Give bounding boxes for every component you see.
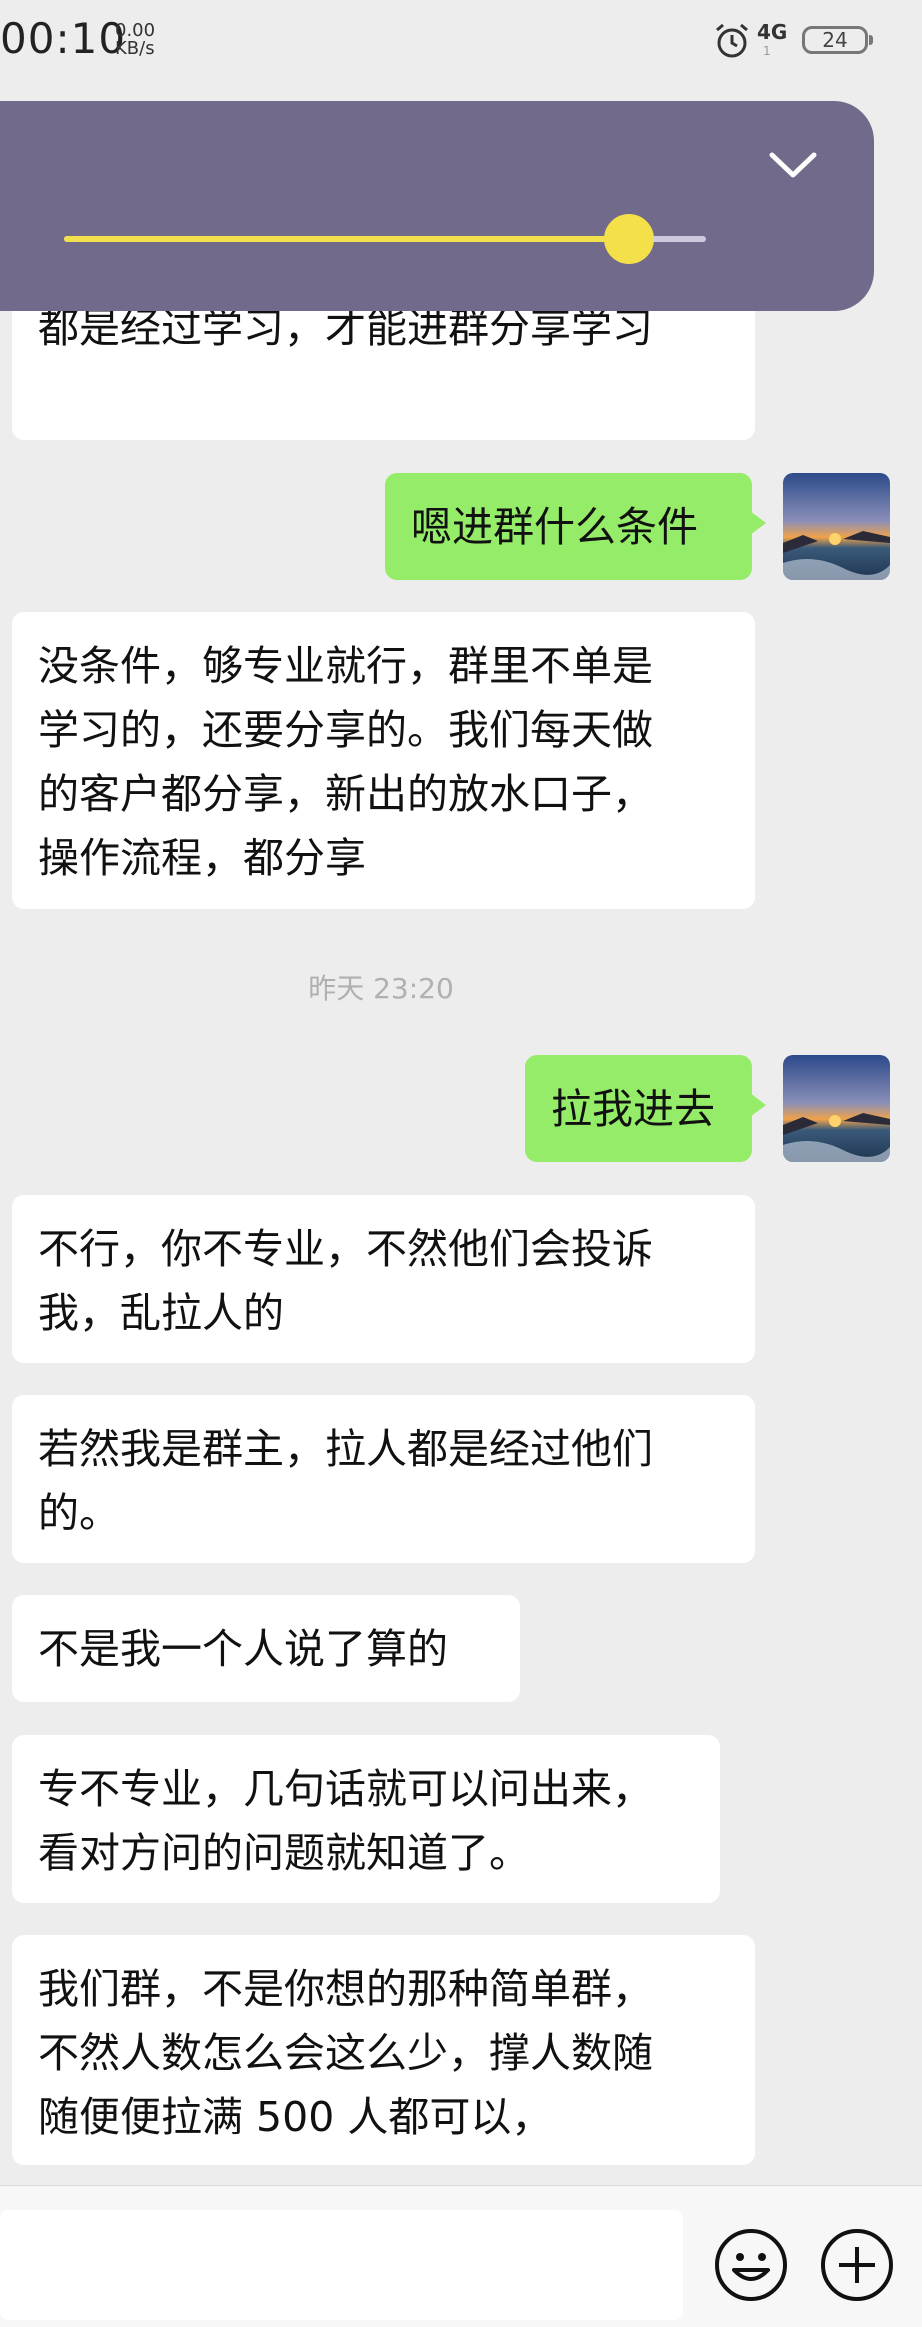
signal-sub: 1 xyxy=(763,44,771,58)
volume-slider-thumb[interactable] xyxy=(603,214,654,264)
volume-slider-fill xyxy=(64,236,629,242)
network-speed-unit: KB/s xyxy=(115,38,155,59)
message-input[interactable] xyxy=(0,2210,683,2320)
incoming-message[interactable]: 我们群，不是你想的那种简单群， 不然人数怎么会这么少，撑人数随 随便便拉满 50… xyxy=(12,1935,755,2165)
input-bar xyxy=(0,2185,922,2327)
outgoing-message[interactable]: 拉我进去 xyxy=(525,1055,766,1162)
alarm-icon xyxy=(716,23,748,58)
emoji-icon[interactable] xyxy=(712,2226,790,2304)
plus-icon[interactable] xyxy=(818,2226,896,2304)
incoming-message[interactable]: 专不专业，几句话就可以问出来， 看对方问的问题就知道了。 xyxy=(12,1735,720,1903)
battery-icon: 24 xyxy=(802,26,873,54)
incoming-message[interactable]: 不行，你不专业，不然他们会投诉 我，乱拉人的 xyxy=(12,1195,755,1363)
battery-level: 24 xyxy=(822,28,848,52)
status-bar: 00:10 0.00 KB/s 4G 1 24 xyxy=(0,0,922,90)
outgoing-message[interactable]: 嗯进群什么条件 xyxy=(385,473,766,580)
status-time: 00:10 xyxy=(0,14,127,63)
network-speed: 0.00 KB/s xyxy=(115,22,155,58)
chat-timestamp: 昨天 23:20 xyxy=(308,972,454,1005)
volume-slider[interactable] xyxy=(64,214,706,264)
avatar[interactable] xyxy=(783,473,890,580)
avatar[interactable] xyxy=(783,1055,890,1162)
chevron-down-icon[interactable] xyxy=(766,145,820,185)
signal-icon: 4G xyxy=(757,20,788,44)
incoming-message[interactable]: 没条件，够专业就行，群里不单是 学习的，还要分享的。我们每天做 的客户都分享，新… xyxy=(12,612,755,909)
chat-message-list[interactable]: 我就是群主，带头的，70 多个人， 都是经过学习，才能进群分享学习嗯进群什么条件… xyxy=(0,210,922,2185)
volume-overlay xyxy=(0,101,874,311)
incoming-message[interactable]: 不是我一个人说了算的 xyxy=(12,1595,520,1702)
incoming-message[interactable]: 若然我是群主，拉人都是经过他们 的。 xyxy=(12,1395,755,1563)
